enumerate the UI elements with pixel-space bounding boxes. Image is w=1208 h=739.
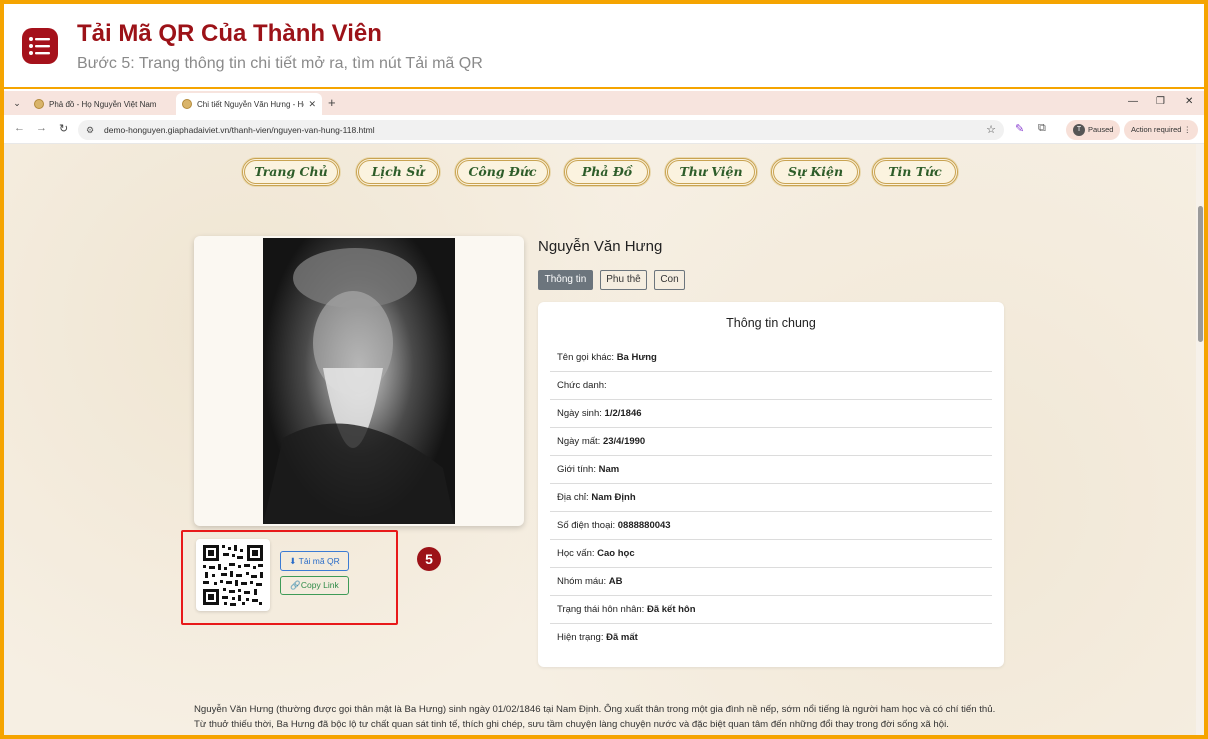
- info-row-marital-status: Trạng thái hôn nhân: Đã kết hôn: [550, 596, 992, 624]
- field-value: 0888880043: [617, 520, 671, 531]
- bookmark-star-icon[interactable]: ☆: [986, 120, 996, 140]
- list-menu-icon: [22, 28, 58, 64]
- reload-icon[interactable]: ↻: [59, 122, 68, 135]
- tutorial-frame: Tải Mã QR Của Thành Viên Bước 5: Trang t…: [4, 4, 1204, 735]
- nav-item-su-kien[interactable]: Sự Kiện: [771, 158, 860, 186]
- scrollbar-thumb[interactable]: [1198, 206, 1203, 342]
- tab-list-chevron-icon[interactable]: ⌄: [10, 96, 24, 110]
- nav-item-pha-do[interactable]: Phả Đồ: [564, 158, 650, 186]
- browser-tab-title: Chi tiết Nguyễn Văn Hưng - Họ: [197, 99, 305, 109]
- extensions-icon[interactable]: ⧉: [1038, 122, 1046, 135]
- info-row-phone: Số điện thoại: 0888880043: [550, 512, 992, 540]
- profile-button[interactable]: T Paused: [1066, 120, 1121, 140]
- site-info-icon[interactable]: ⚙: [86, 120, 94, 140]
- field-label: Chức danh:: [557, 380, 607, 391]
- field-value: Đã mất: [606, 632, 638, 643]
- browser-toolbar: ← → ↻ ⚙ demo-honguyen.giaphadaiviet.vn/t…: [4, 115, 1204, 144]
- field-label: Địa chỉ:: [557, 492, 589, 503]
- tutorial-subtitle: Bước 5: Trang thông tin chi tiết mở ra, …: [77, 55, 483, 72]
- tab-thong-tin[interactable]: Thông tin: [538, 270, 593, 290]
- highlight-box: [181, 530, 398, 625]
- field-value: Cao học: [597, 548, 635, 559]
- profile-status: Paused: [1088, 125, 1114, 134]
- field-value: Nam: [598, 464, 620, 475]
- field-label: Ngày mất:: [557, 436, 601, 447]
- page-scrollbar[interactable]: [1196, 144, 1204, 735]
- action-required-button[interactable]: Action required ⋮: [1124, 120, 1199, 140]
- field-value: Ba Hưng: [616, 352, 657, 363]
- member-photo-card: [194, 236, 524, 526]
- info-row-blood-type: Nhóm máu: AB: [550, 568, 992, 596]
- address-bar[interactable]: ⚙ demo-honguyen.giaphadaiviet.vn/thanh-v…: [78, 120, 1004, 140]
- more-menu-icon: ⋮: [1183, 125, 1192, 134]
- tutorial-header: Tải Mã QR Của Thành Viên Bước 5: Trang t…: [4, 4, 1204, 89]
- browser-tab-1[interactable]: Phả đồ - Họ Nguyễn Việt Nam: [28, 93, 176, 115]
- avatar: T: [1073, 124, 1085, 137]
- url-text: demo-honguyen.giaphadaiviet.vn/thanh-vie…: [104, 125, 375, 135]
- info-row-education: Học vấn: Cao học: [550, 540, 992, 568]
- step-badge: 5: [417, 547, 441, 571]
- field-value: Đã kết hôn: [646, 604, 696, 615]
- forward-icon[interactable]: →: [36, 122, 47, 134]
- info-row-title: Chức danh:: [550, 372, 992, 400]
- field-label: Giới tính:: [557, 464, 596, 475]
- back-icon[interactable]: ←: [14, 122, 25, 134]
- info-row-alias: Tên gọi khác: Ba Hưng: [550, 344, 992, 372]
- pen-extension-icon[interactable]: ✎: [1015, 122, 1024, 135]
- info-row-address: Địa chỉ: Nam Định: [550, 484, 992, 512]
- field-value: Nam Định: [591, 492, 636, 503]
- info-list: Tên gọi khác: Ba Hưng Chức danh: Ngày si…: [550, 344, 992, 652]
- restore-icon[interactable]: ❐: [1156, 96, 1165, 107]
- site-favicon-icon: [182, 99, 192, 109]
- new-tab-icon[interactable]: +: [328, 95, 336, 110]
- field-label: Số điện thoại:: [557, 520, 616, 531]
- web-page: Trang Chủ Lịch Sử Công Đức Phả Đồ Thư Vi…: [4, 144, 1196, 735]
- field-label: Ngày sinh:: [557, 408, 602, 419]
- field-label: Tên gọi khác:: [557, 352, 615, 363]
- info-row-status: Hiện trạng: Đã mất: [550, 624, 992, 652]
- info-row-birth-date: Ngày sinh: 1/2/1846: [550, 400, 992, 428]
- nav-item-cong-duc[interactable]: Công Đức: [455, 158, 550, 186]
- info-row-death-date: Ngày mất: 23/4/1990: [550, 428, 992, 456]
- action-required-label: Action required: [1131, 125, 1182, 134]
- nav-item-trang-chu[interactable]: Trang Chủ: [242, 158, 340, 186]
- field-value: AB: [608, 576, 623, 587]
- site-favicon-icon: [34, 99, 44, 109]
- info-row-gender: Giới tính: Nam: [550, 456, 992, 484]
- browser-tab-title: Phả đồ - Họ Nguyễn Việt Nam: [49, 99, 157, 109]
- browser-tab-bar: ⌄ Phả đồ - Họ Nguyễn Việt Nam Chi tiết N…: [4, 91, 1204, 115]
- info-section-title: Thông tin chung: [726, 316, 816, 330]
- field-label: Hiện trạng:: [557, 632, 604, 643]
- field-label: Học vấn:: [557, 548, 595, 559]
- tab-con[interactable]: Con: [654, 270, 685, 290]
- tab-phu-the[interactable]: Phu thê: [600, 270, 647, 290]
- field-label: Trạng thái hôn nhân:: [557, 604, 645, 615]
- nav-item-thu-vien[interactable]: Thư Viện: [665, 158, 757, 186]
- member-biography: Nguyễn Văn Hưng (thường được gọi thân mậ…: [194, 704, 996, 730]
- nav-item-tin-tuc[interactable]: Tin Tức: [872, 158, 958, 186]
- browser-tab-2[interactable]: Chi tiết Nguyễn Văn Hưng - Họ ✕: [176, 93, 322, 115]
- nav-item-lich-su[interactable]: Lịch Sử: [356, 158, 440, 186]
- field-label: Nhóm máu:: [557, 576, 607, 587]
- field-value: 23/4/1990: [602, 436, 646, 447]
- close-tab-icon[interactable]: ✕: [308, 99, 316, 110]
- member-photo: [263, 238, 455, 524]
- field-value: 1/2/1846: [604, 408, 642, 419]
- general-info-card: Thông tin chung Tên gọi khác: Ba Hưng Ch…: [538, 302, 1004, 667]
- member-name: Nguyễn Văn Hưng: [538, 238, 663, 255]
- tutorial-title: Tải Mã QR Của Thành Viên: [77, 20, 382, 47]
- minimize-icon[interactable]: —: [1128, 96, 1138, 107]
- close-window-icon[interactable]: ✕: [1185, 96, 1193, 107]
